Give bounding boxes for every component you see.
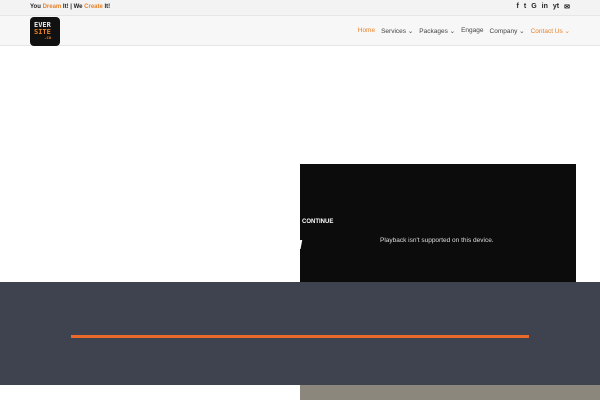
logo-text: .co <box>44 35 52 40</box>
image-strip <box>300 385 600 400</box>
nav-home[interactable]: Home <box>358 27 375 35</box>
nav-packages[interactable]: Packages ⌄ <box>419 27 455 35</box>
header: EVER SITE .co Home Services ⌄ Packages ⌄… <box>0 15 600 46</box>
twitter-icon[interactable]: t <box>524 3 526 11</box>
tagline: You Dream It! | We Create It! <box>30 4 110 10</box>
orange-divider <box>71 335 529 338</box>
tagline-text: Dream <box>42 4 62 10</box>
nav-company[interactable]: Company ⌄ <box>490 27 525 35</box>
video-player[interactable]: Playback isn't supported on this device. <box>300 164 576 282</box>
linkedin-icon[interactable]: in <box>542 3 548 11</box>
tagline-text: Create <box>84 4 103 10</box>
youtube-icon[interactable]: yt <box>553 3 559 11</box>
playback-message: Playback isn't supported on this device. <box>380 237 494 244</box>
logo[interactable]: EVER SITE .co <box>30 17 60 46</box>
nav-engage[interactable]: Engage <box>461 27 483 35</box>
google-icon[interactable]: G <box>531 3 536 11</box>
tagline-text: You <box>30 4 43 10</box>
top-bar: You Dream It! | We Create It! f t G in y… <box>0 0 600 15</box>
nav-services[interactable]: Services ⌄ <box>381 27 413 35</box>
facebook-icon[interactable]: f <box>517 3 519 11</box>
dark-band <box>0 282 600 385</box>
continue-link[interactable]: CONTINUE <box>302 219 333 225</box>
social-links: f t G in yt ✉ <box>517 3 570 11</box>
tagline-text: It! <box>102 4 111 10</box>
nav-contact-us[interactable]: Contact Us ⌄ <box>531 27 570 35</box>
tagline-text: It! | We <box>61 4 85 10</box>
email-icon[interactable]: ✉ <box>564 3 570 11</box>
main-nav: Home Services ⌄ Packages ⌄ Engage Compan… <box>358 27 570 35</box>
